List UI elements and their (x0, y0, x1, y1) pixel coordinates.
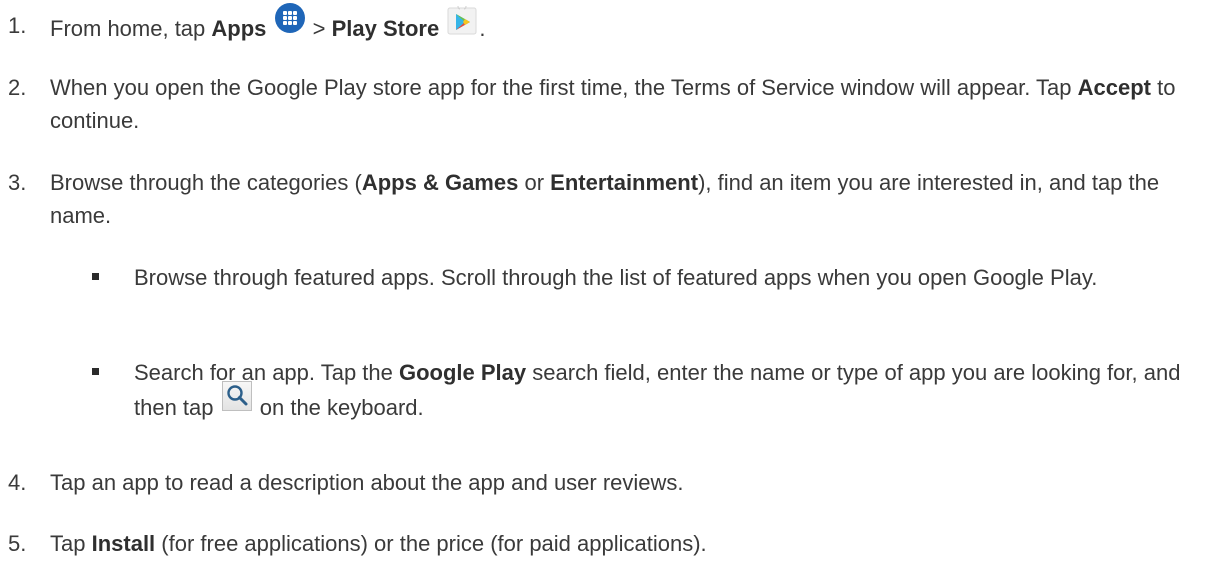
step-text-segment: . (479, 16, 486, 41)
step-text-segment: on the keyboard. (253, 395, 424, 420)
install-label: Install (91, 531, 156, 556)
google-play-label: Google Play (399, 360, 527, 385)
sub-bullet-text: Search for an app. Tap the Google Play s… (134, 356, 1212, 424)
step-number: 4. (8, 470, 27, 495)
entertainment-label: Entertainment (550, 170, 699, 195)
apps-games-label: Apps & Games (361, 170, 519, 195)
step-text-segment: > (306, 16, 332, 41)
step-text: Tap Install (for free applications) or t… (50, 527, 1208, 560)
play-store-label: Play Store (331, 16, 440, 41)
bullet-square-icon (92, 273, 99, 280)
apps-grid-icon (274, 3, 305, 33)
step-text: Browse through the categories (Apps & Ga… (50, 166, 1208, 232)
search-key-icon (221, 381, 252, 411)
step-number: 5. (8, 531, 27, 556)
step-text-segment: When you open the Google Play store app … (50, 75, 1078, 100)
step-text-segment: (for free applications) or the price (fo… (155, 531, 707, 556)
step-text-segment: Search for an app. Tap the (134, 360, 399, 385)
step-number: 2. (8, 75, 27, 100)
step-number: 1. (8, 13, 27, 38)
step-number: 3. (8, 170, 27, 195)
step-text-segment: From home, tap (50, 16, 212, 41)
play-store-icon (447, 5, 477, 35)
step-text: Tap an app to read a description about t… (50, 470, 684, 495)
step-text-segment: or (518, 170, 551, 195)
apps-label: Apps (211, 16, 267, 41)
accept-label: Accept (1077, 75, 1151, 100)
sub-bullet-text: Browse through featured apps. Scroll thr… (134, 265, 1098, 290)
step-text: From home, tap Apps > Play Store . (50, 3, 1208, 45)
bullet-square-icon (92, 368, 99, 375)
step-text-segment: Tap (50, 531, 92, 556)
step-text: When you open the Google Play store app … (50, 71, 1208, 137)
step-text-segment: Browse through the categories ( (50, 170, 362, 195)
